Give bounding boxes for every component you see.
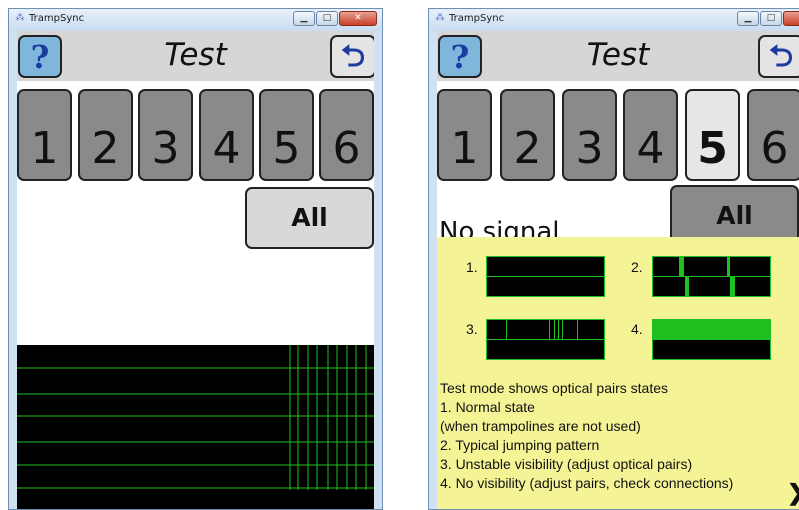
trampoline-button-6[interactable]: 6 [747, 89, 799, 181]
minimize-button[interactable]: ▁ [293, 11, 315, 26]
window-title: TrampSync [29, 13, 85, 24]
close-icon: ✕ [784, 12, 799, 25]
trampoline-button-1[interactable]: 1 [437, 89, 492, 181]
help-line: 4. No visibility (adjust pairs, check co… [440, 475, 734, 491]
next-page-icon[interactable]: ❯ [787, 480, 799, 506]
back-button[interactable]: ⮌ [330, 35, 374, 78]
trampoline-button-3[interactable]: 3 [138, 89, 193, 181]
close-icon: ✕ [354, 13, 362, 23]
example-label-2: 2. [631, 259, 643, 275]
trampoline-button-4[interactable]: 4 [623, 89, 678, 181]
example-label-1: 1. [466, 259, 478, 275]
trampoline-button-2[interactable]: 2 [500, 89, 555, 181]
trampoline-button-1[interactable]: 1 [17, 89, 72, 181]
example-unstable-visibility [486, 319, 605, 360]
maximize-button[interactable]: □ [316, 11, 338, 26]
help-panel[interactable]: 1. 2. 3. 4. Test mode shows optical pair… [437, 237, 799, 509]
example-jumping-pattern [652, 256, 771, 297]
back-arrow-icon: ⮌ [768, 39, 794, 74]
help-line: 1. Normal state [440, 399, 535, 415]
page-title: Test [164, 37, 227, 73]
example-label-4: 4. [631, 321, 643, 337]
help-line: 3. Unstable visibility (adjust optical p… [440, 456, 693, 472]
app-client-area: ? Test ⮌ 1 2 3 4 5 6 All No signal 1. 2.… [437, 31, 799, 509]
right-app-window: ⁂ TrampSync ▁ □ ✕ ? Test ⮌ 1 2 3 4 5 6 A… [428, 8, 799, 510]
trampsync-icon: ⁂ [15, 13, 25, 23]
help-line: (when trampolines are not used) [440, 418, 641, 434]
header-bar: ? Test ⮌ [17, 31, 374, 81]
minimize-icon: ▁ [744, 13, 752, 23]
signal-display [17, 345, 374, 509]
app-client-area: ? Test ⮌ 1 2 3 4 5 6 All [17, 31, 374, 509]
back-button[interactable]: ⮌ [758, 35, 799, 78]
maximize-button[interactable]: □ [760, 11, 782, 26]
title-bar[interactable]: ⁂ TrampSync ▁ □ ✕ [9, 9, 382, 31]
trampoline-button-2[interactable]: 2 [78, 89, 133, 181]
maximize-icon: □ [322, 13, 332, 23]
page-title: Test [586, 37, 650, 73]
help-line: 2. Typical jumping pattern [440, 437, 600, 453]
example-label-3: 3. [466, 321, 478, 337]
trampsync-icon: ⁂ [435, 13, 445, 23]
header-bar: ? Test ⮌ [437, 31, 799, 81]
all-button[interactable]: All [245, 187, 374, 249]
left-app-window: ⁂ TrampSync ▁ □ ✕ ? Test ⮌ 1 2 3 4 5 6 A… [8, 8, 383, 510]
example-no-visibility [652, 319, 771, 360]
trampoline-button-5[interactable]: 5 [259, 89, 314, 181]
signal-graph [17, 345, 374, 490]
minimize-icon: ▁ [300, 13, 308, 23]
help-line: Test mode shows optical pairs states [440, 380, 668, 396]
trampoline-button-3[interactable]: 3 [562, 89, 617, 181]
trampoline-button-5[interactable]: 5 [685, 89, 740, 181]
back-arrow-icon: ⮌ [340, 39, 366, 74]
window-title: TrampSync [449, 13, 505, 24]
title-bar[interactable]: ⁂ TrampSync ▁ □ ✕ [429, 9, 799, 31]
maximize-icon: □ [766, 13, 776, 23]
trampoline-button-6[interactable]: 6 [319, 89, 374, 181]
trampoline-button-4[interactable]: 4 [199, 89, 254, 181]
close-button[interactable]: ✕ [339, 11, 377, 26]
minimize-button[interactable]: ▁ [737, 11, 759, 26]
help-text: Test mode shows optical pairs states 1. … [440, 379, 733, 493]
example-normal-state [486, 256, 605, 297]
close-button[interactable]: ✕ [783, 11, 799, 26]
